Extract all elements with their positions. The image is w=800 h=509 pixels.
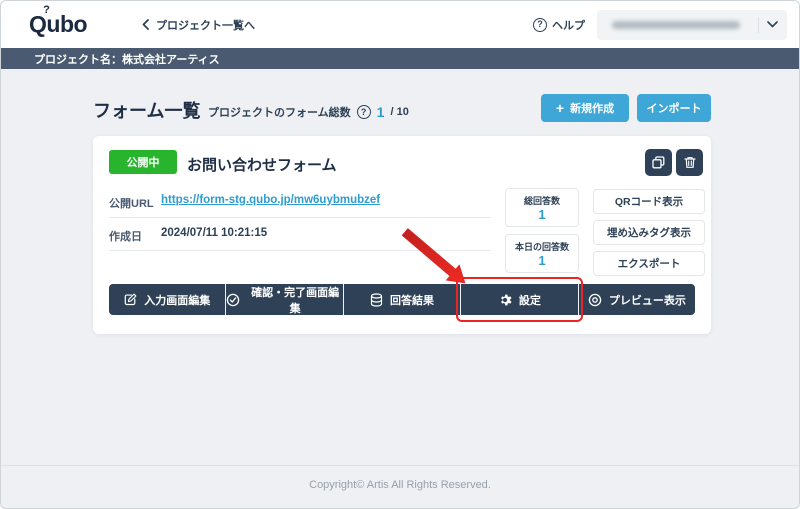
page-title: フォーム一覧 [93, 97, 200, 123]
copyright-text: Copyright© Artis All Rights Reserved. [1, 479, 799, 491]
database-icon [370, 293, 383, 307]
account-email-blurred [612, 21, 740, 29]
project-name-bar: プロジェクト名：株式会社アーティス [1, 48, 799, 69]
form-action-bar: 入力画面編集 確認・完了画面編集 [109, 284, 695, 315]
total-answers-stat: 総回答数 1 [505, 188, 579, 227]
back-link-label: プロジェクト一覧へ [156, 17, 255, 33]
edit-confirm-screen-label: 確認・完了画面編集 [247, 284, 342, 316]
qubo-logo[interactable]: Q?ubo [29, 13, 87, 36]
public-url-link[interactable]: https://form-stg.qubo.jp/mw6uybmubzef [161, 194, 380, 206]
settings-button[interactable]: 設定 [460, 284, 577, 315]
account-divider [758, 17, 759, 33]
embed-tag-button[interactable]: 埋め込みタグ表示 [593, 220, 705, 245]
plus-icon: + [556, 101, 564, 115]
form-title: お問い合わせフォーム [187, 154, 337, 175]
edit-input-screen-label: 入力画面編集 [144, 292, 210, 308]
preview-eye-icon [588, 293, 602, 307]
form-count-help-icon[interactable]: ? [357, 105, 371, 119]
account-dropdown[interactable] [597, 10, 787, 40]
back-to-project-list-link[interactable]: プロジェクト一覧へ [142, 17, 255, 33]
chevron-down-icon [767, 21, 778, 28]
qr-code-button[interactable]: QRコード表示 [593, 189, 705, 214]
help-link[interactable]: ? ヘルプ [533, 17, 585, 33]
logo-face-eyes [34, 22, 37, 25]
status-badge: 公開中 [109, 150, 177, 174]
create-form-button[interactable]: + 新規作成 [541, 94, 629, 122]
created-date-label: 作成日 [109, 228, 142, 244]
form-count-total: / 10 [390, 106, 408, 118]
settings-label: 設定 [519, 292, 541, 308]
total-answers-value: 1 [538, 208, 545, 221]
edit-pencil-icon [124, 293, 137, 306]
today-answers-stat: 本日の回答数 1 [505, 234, 579, 273]
top-header: Q?ubo プロジェクト一覧へ ? ヘルプ [1, 1, 799, 48]
today-answers-label: 本日の回答数 [515, 240, 569, 253]
public-url-label: 公開URL [109, 195, 154, 211]
total-answers-label: 総回答数 [524, 194, 560, 207]
footer-divider [1, 465, 799, 466]
import-label: インポート [647, 100, 702, 116]
check-circle-icon [226, 293, 240, 307]
divider [109, 250, 491, 251]
app-window: Q?ubo プロジェクト一覧へ ? ヘルプ プロジェクト名：株式会社アーティス [0, 0, 800, 509]
edit-confirm-screen-button[interactable]: 確認・完了画面編集 [225, 284, 342, 315]
form-count-label: プロジェクトのフォーム総数 [208, 104, 351, 120]
divider [109, 217, 491, 218]
preview-label: プレビュー表示 [609, 292, 686, 308]
form-count-value: 1 [377, 104, 385, 120]
logo-rest: ubo [46, 11, 87, 37]
form-card: 公開中 お問い合わせフォーム 公開URL https://form-st [93, 136, 711, 334]
import-button[interactable]: インポート [637, 94, 711, 122]
delete-form-button[interactable] [676, 149, 703, 176]
chevron-left-icon [142, 19, 149, 30]
help-label: ヘルプ [552, 17, 585, 33]
answer-results-label: 回答結果 [390, 292, 434, 308]
today-answers-value: 1 [538, 254, 545, 267]
created-date-value: 2024/07/11 10:21:15 [161, 227, 267, 239]
answer-results-button[interactable]: 回答結果 [343, 284, 460, 315]
logo-question-mark: ? [43, 5, 49, 16]
duplicate-form-button[interactable] [645, 149, 672, 176]
gear-icon [498, 293, 512, 307]
preview-button[interactable]: プレビュー表示 [578, 284, 695, 315]
create-form-label: 新規作成 [570, 100, 614, 116]
form-count: プロジェクトのフォーム総数 ? 1 / 10 [208, 104, 409, 120]
edit-input-screen-button[interactable]: 入力画面編集 [109, 284, 225, 315]
project-name-label: プロジェクト名：株式会社アーティス [34, 51, 220, 67]
trash-icon [684, 156, 696, 169]
help-question-icon: ? [533, 18, 547, 32]
export-button[interactable]: エクスポート [593, 251, 705, 276]
copy-icon [652, 156, 665, 169]
